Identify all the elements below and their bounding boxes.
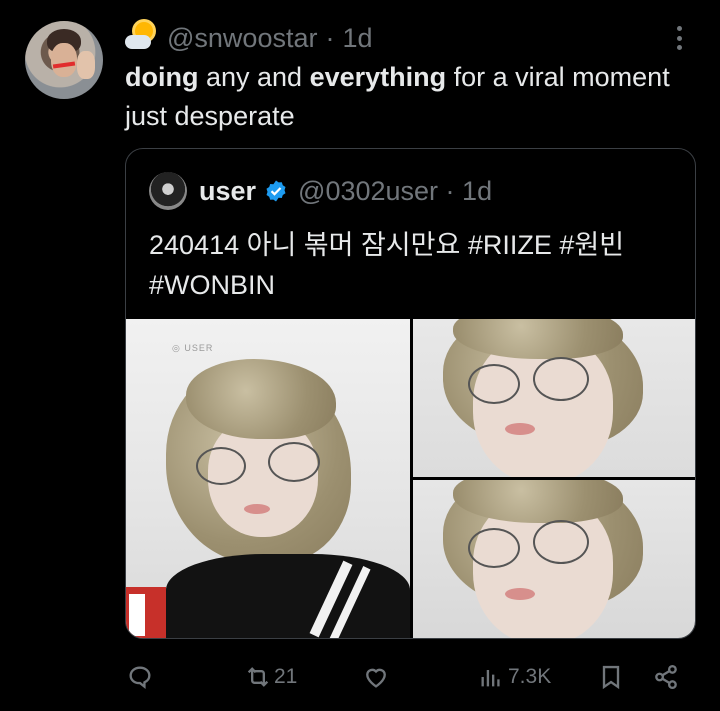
- more-vertical-icon: [676, 26, 682, 31]
- views-count: 7.3K: [508, 665, 552, 688]
- tweet-text: doing any and everything for a viral mom…: [125, 58, 685, 136]
- author-avatar[interactable]: [25, 21, 103, 99]
- media-image-3[interactable]: [413, 480, 695, 638]
- retweet-count: 21: [274, 665, 298, 688]
- tweet-text-part-2: any and: [198, 62, 310, 92]
- quoted-tweet[interactable]: user @0302user · 1d 240414 아니 볶머 잠시만요 #R…: [125, 148, 696, 639]
- quoted-tweet-header: user @0302user · 1d: [149, 172, 492, 210]
- image-watermark: ◎ USER: [172, 343, 214, 353]
- like-button[interactable]: [362, 663, 390, 691]
- separator-dot: ·: [438, 175, 463, 206]
- reply-icon: [129, 666, 151, 689]
- quoted-author-name[interactable]: user: [199, 176, 256, 207]
- tweet-header: @snwoostar · 1d: [125, 22, 373, 54]
- retweet-icon: [247, 667, 269, 687]
- verified-badge-icon: [266, 180, 286, 202]
- quoted-tweet-time[interactable]: 1d: [462, 176, 492, 207]
- heart-icon: [366, 668, 386, 688]
- quoted-author-handle[interactable]: @0302user: [298, 176, 438, 207]
- views-button[interactable]: 7.3K: [478, 663, 551, 691]
- separator-dot: ·: [325, 22, 335, 53]
- quoted-tweet-text: 240414 아니 볶머 잠시만요 #RIIZE #원빈 #WONBIN: [149, 230, 625, 300]
- media-image-2[interactable]: [413, 319, 695, 477]
- media-image-1[interactable]: ◎ USER: [126, 319, 410, 638]
- bookmark-icon: [602, 665, 620, 690]
- tweet-text-bold-2: everything: [309, 62, 447, 92]
- tweet-actions-bar: 21 7.3K: [0, 655, 720, 699]
- views-icon: [481, 670, 500, 687]
- share-button[interactable]: [652, 663, 680, 691]
- tweet-text-bold-1: doing: [125, 62, 199, 92]
- retweet-button[interactable]: 21: [244, 663, 297, 691]
- quoted-author-avatar[interactable]: [149, 172, 187, 210]
- more-options-button[interactable]: [671, 26, 687, 50]
- author-handle[interactable]: @snwoostar: [167, 23, 317, 54]
- tweet-time[interactable]: 1d: [342, 23, 372, 54]
- bookmark-button[interactable]: [597, 663, 625, 691]
- reply-button[interactable]: [126, 663, 154, 691]
- sun-behind-cloud-icon: [125, 22, 157, 54]
- share-icon: [655, 664, 677, 690]
